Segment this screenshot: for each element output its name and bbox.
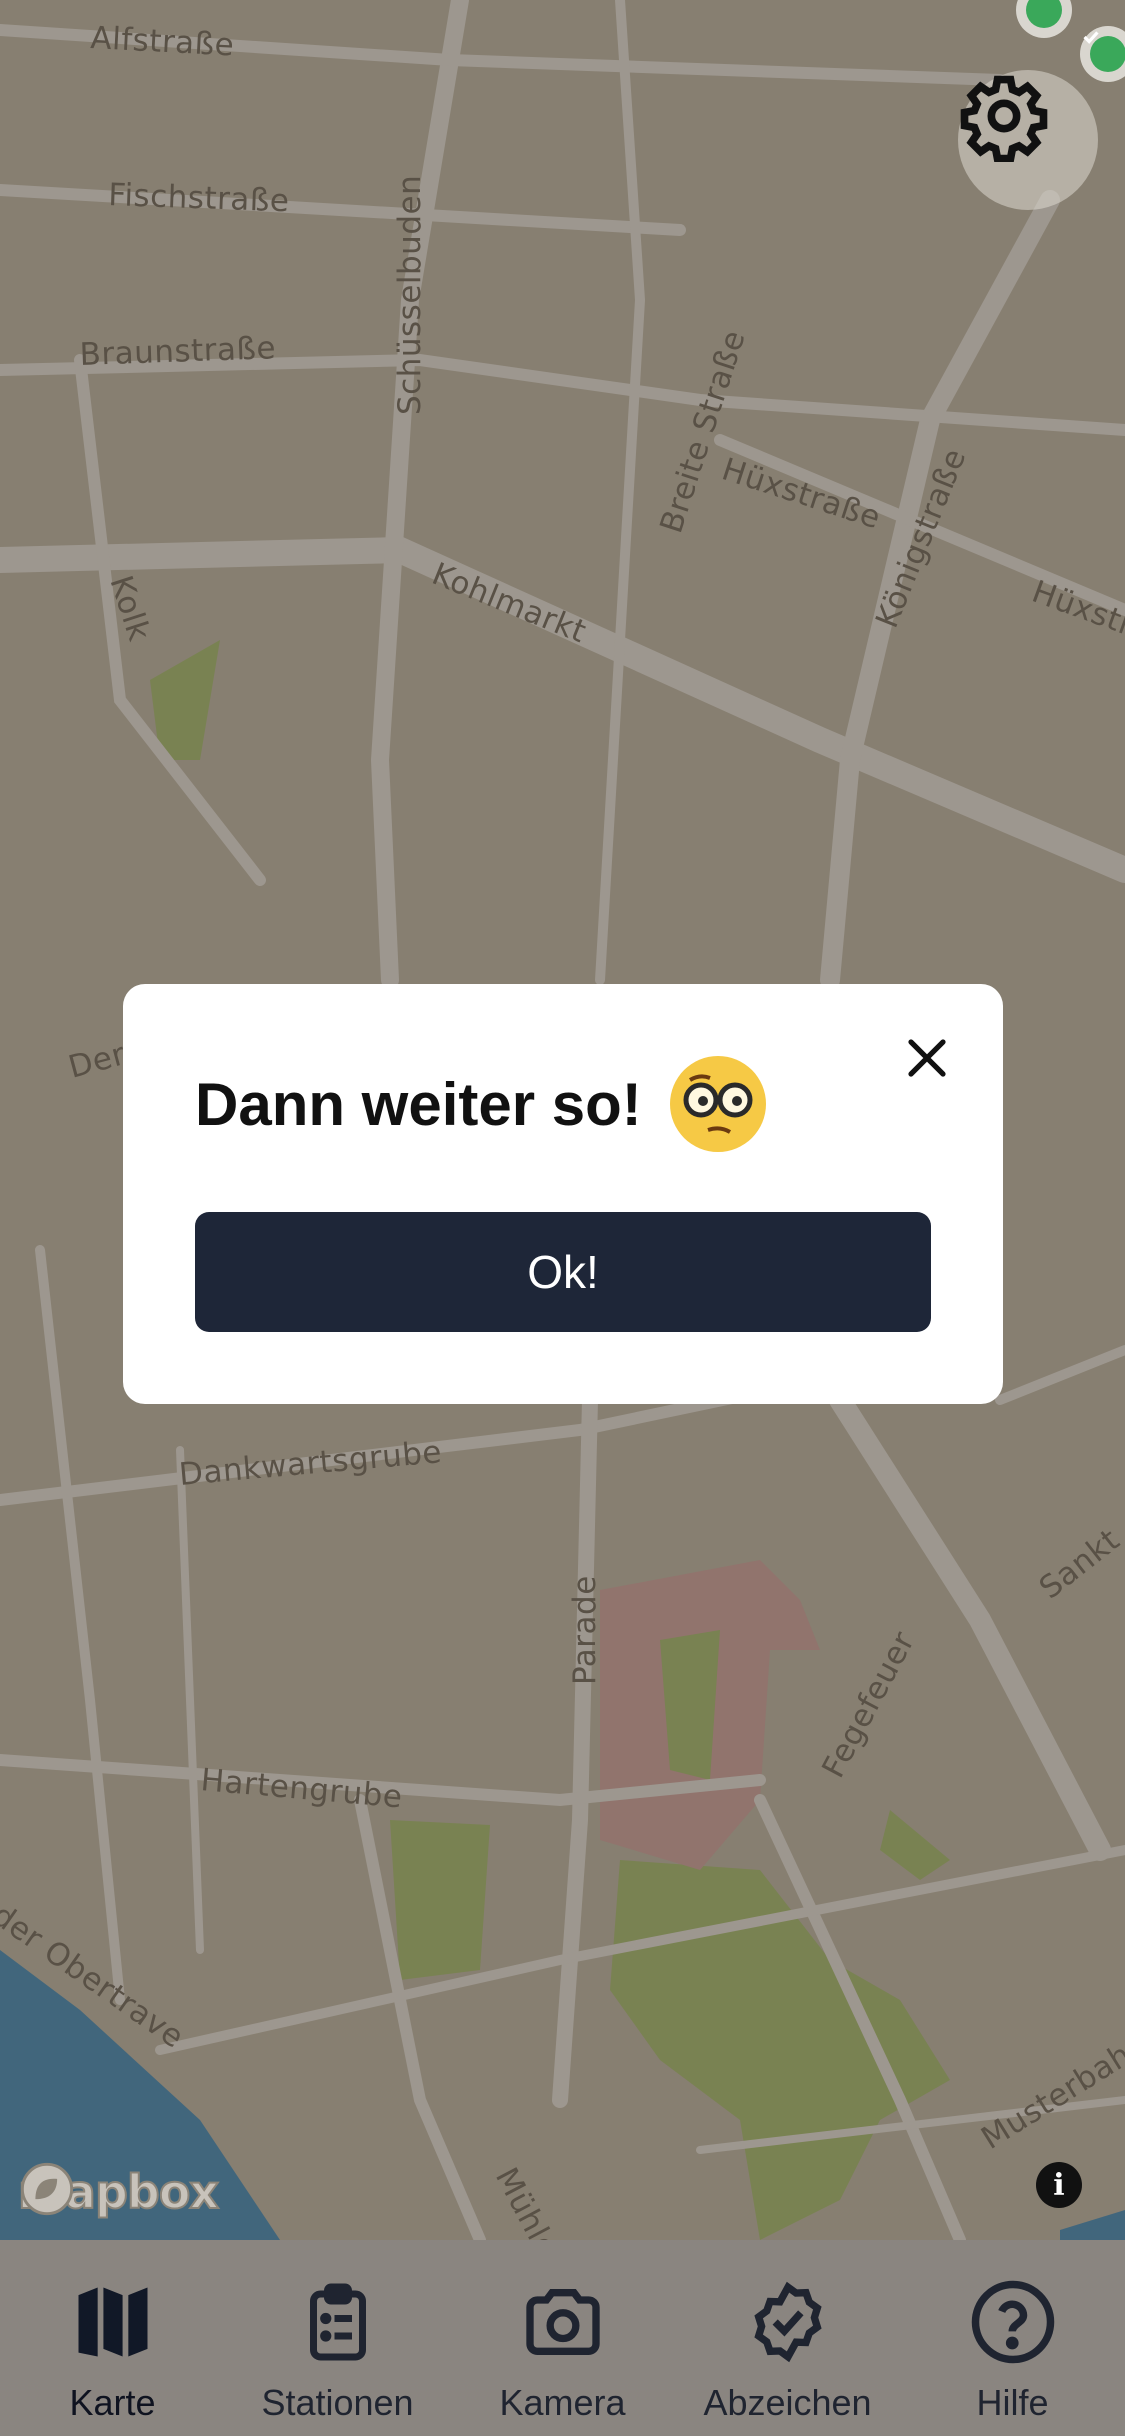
- help-icon: [965, 2274, 1061, 2370]
- camera-icon: [515, 2274, 611, 2370]
- gear-icon: [960, 75, 1048, 162]
- tab-label: Karte: [69, 2382, 156, 2423]
- tab-label: Hilfe: [976, 2382, 1049, 2423]
- checkmark-icon: [1083, 31, 1125, 72]
- mapbox-attribution[interactable]: mapbox: [17, 2160, 220, 2224]
- nerd-face-emoji-icon: [669, 1056, 766, 1152]
- dialog-title-text: Dann weiter so!: [195, 1070, 642, 1138]
- feedback-dialog: Dann weiter so! Ok!: [123, 984, 1003, 1404]
- tab-label: Stationen: [261, 2382, 414, 2423]
- map-info-button[interactable]: i: [1036, 2162, 1082, 2208]
- tab-karte[interactable]: Karte: [0, 2240, 225, 2436]
- bottom-tab-bar: Karte Stationen Kamera Abzeichen Hilfe: [0, 2240, 1125, 2436]
- close-dialog-button[interactable]: [899, 1030, 955, 1086]
- tab-hilfe[interactable]: Hilfe: [900, 2240, 1125, 2436]
- tab-label: Kamera: [499, 2382, 626, 2423]
- tab-kamera[interactable]: Kamera: [450, 2240, 675, 2436]
- tab-stationen[interactable]: Stationen: [225, 2240, 450, 2436]
- map-icon: [65, 2274, 161, 2370]
- dialog-title: Dann weiter so!: [195, 1054, 768, 1154]
- clipboard-list-icon: [290, 2274, 386, 2370]
- checkmark-icon: [1026, 0, 1062, 28]
- badge-check-icon: [740, 2274, 836, 2370]
- mapbox-logo-icon: [20, 2162, 74, 2216]
- settings-button[interactable]: [958, 70, 1098, 210]
- tab-label: Abzeichen: [703, 2382, 872, 2423]
- ok-button[interactable]: Ok!: [195, 1212, 931, 1332]
- tab-abzeichen[interactable]: Abzeichen: [675, 2240, 900, 2436]
- close-icon: [908, 1039, 946, 1077]
